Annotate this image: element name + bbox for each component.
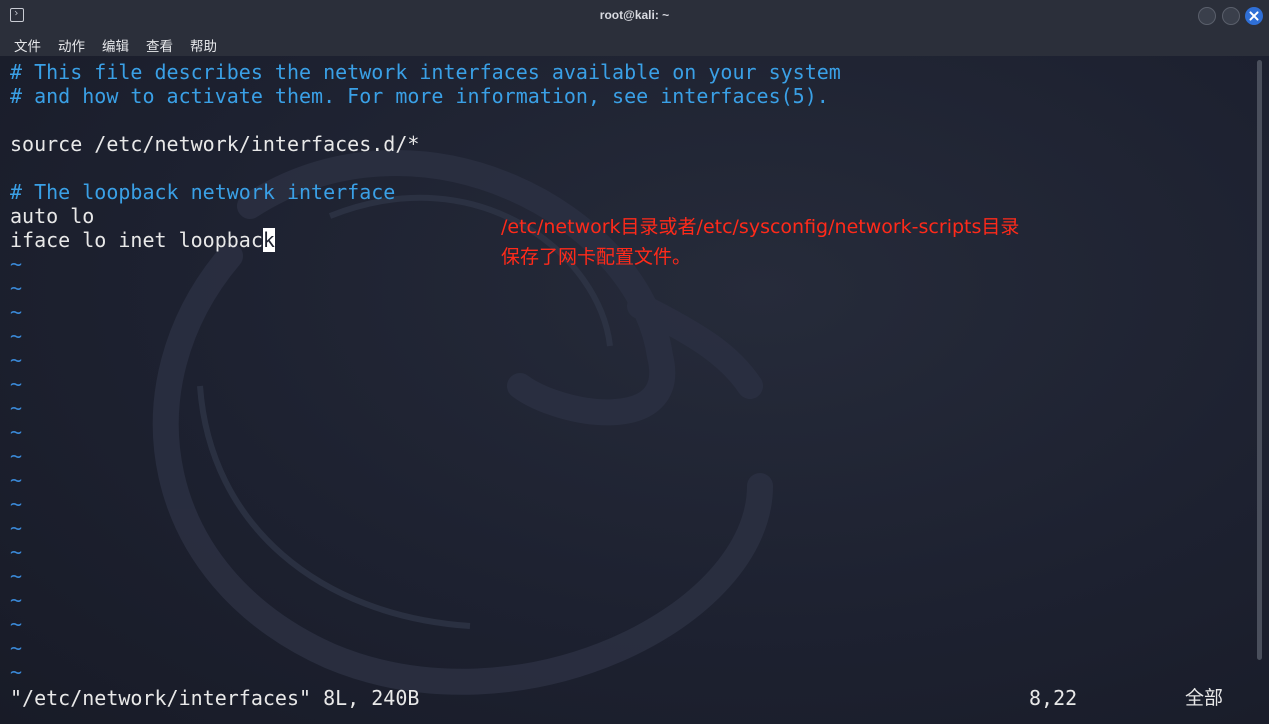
kali-dragon-watermark	[152, 150, 773, 695]
empty-line-marker: ~	[10, 564, 23, 588]
annotation-line-1: /etc/network目录或者/etc/sysconfig/network-s…	[501, 216, 1020, 238]
editor-line-1: # This file describes the network interf…	[10, 60, 841, 84]
empty-line-marker: ~	[10, 660, 23, 684]
menu-file[interactable]: 文件	[14, 35, 41, 55]
status-cursor-position: 8,22	[1029, 686, 1078, 710]
empty-line-marker: ~	[10, 300, 23, 324]
menu-help[interactable]: 帮助	[190, 35, 217, 55]
close-button[interactable]	[1245, 7, 1263, 25]
empty-line-marker: ~	[10, 612, 23, 636]
empty-line-marker: ~	[10, 276, 23, 300]
menu-action[interactable]: 动作	[58, 35, 85, 55]
empty-line-marker: ~	[10, 516, 23, 540]
maximize-button[interactable]	[1222, 7, 1240, 25]
empty-line-marker: ~	[10, 396, 23, 420]
empty-line-marker: ~	[10, 372, 23, 396]
empty-line-marker: ~	[10, 324, 23, 348]
minimize-button[interactable]	[1198, 7, 1216, 25]
editor-line-8-text: iface lo inet loopbac	[10, 228, 263, 252]
status-file-info: "/etc/network/interfaces" 8L, 240B	[10, 686, 420, 710]
empty-line-marker: ~	[10, 420, 23, 444]
empty-line-marker: ~	[10, 636, 23, 660]
empty-line-marker: ~	[10, 588, 23, 612]
window-title: root@kali: ~	[599, 8, 670, 22]
empty-line-marker: ~	[10, 348, 23, 372]
editor-line-7: auto lo	[10, 204, 95, 228]
empty-line-marker: ~	[10, 252, 23, 276]
scrollbar[interactable]	[1257, 60, 1262, 660]
editor-line-4: source /etc/network/interfaces.d/*	[10, 132, 420, 156]
status-scroll-indicator: 全部	[1185, 687, 1224, 709]
empty-line-marker: ~	[10, 444, 23, 468]
empty-line-marker: ~	[10, 492, 23, 516]
editor-line-8: iface lo inet loopback	[10, 228, 275, 252]
text-cursor: k	[262, 228, 275, 252]
editor-line-2: # and how to activate them. For more inf…	[10, 84, 829, 108]
menu-bar: 文件 动作 编辑 查看 帮助	[0, 31, 1269, 56]
title-bar: root@kali: ~	[0, 0, 1269, 32]
menu-edit[interactable]: 编辑	[102, 35, 129, 55]
menu-view[interactable]: 查看	[146, 35, 173, 55]
empty-line-marker: ~	[10, 540, 23, 564]
annotation-line-2: 保存了网卡配置文件。	[501, 246, 692, 268]
terminal-area[interactable]: # This file describes the network interf…	[0, 56, 1269, 724]
empty-line-marker: ~	[10, 468, 23, 492]
editor-line-6: # The loopback network interface	[10, 180, 396, 204]
